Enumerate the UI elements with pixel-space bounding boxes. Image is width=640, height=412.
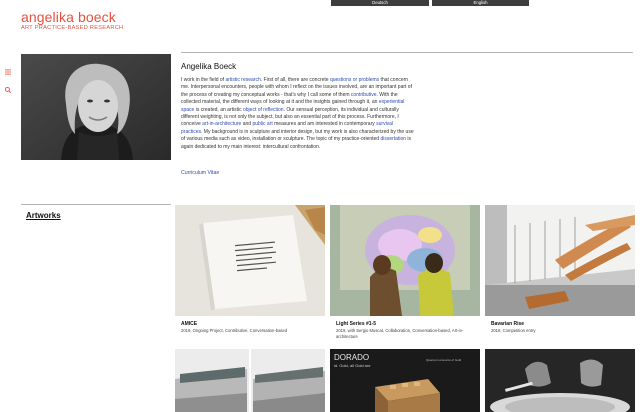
site-tagline: ART PRACTICE-BASED RESEARCH	[21, 25, 124, 31]
bio-link[interactable]: artistic research	[225, 77, 260, 83]
menu-icon[interactable]	[4, 68, 12, 76]
bio-text-segment: . First of all, there are concrete	[260, 77, 330, 83]
row2-sign-small: Quantum amounts of Gold	[426, 358, 462, 362]
artwork-desc-bavarian-rise: 2018, Competition entry	[491, 328, 536, 333]
bio-link[interactable]: questions or problems	[330, 77, 379, 83]
bio-text-segment: and	[241, 121, 253, 128]
artwork-image-light-series	[330, 205, 480, 316]
bio-text-segment: . My background is in sculpture and inte…	[181, 128, 414, 143]
row2-sign-text: DORADO	[334, 353, 369, 362]
bio-link[interactable]: art-in-architecture	[202, 121, 241, 127]
artwork-title-bavarian-rise[interactable]: Bavarian Rise	[491, 321, 524, 327]
language-deutsch-button[interactable]: Deutsch	[331, 0, 429, 6]
bio-link[interactable]: dissertation	[380, 136, 406, 142]
artwork-tile-bavarian-rise[interactable]	[485, 205, 635, 316]
artwork-desc-amice: 2019, Ongoing Project, Contributive, Con…	[181, 328, 288, 333]
artwork-tile-row2-3[interactable]	[485, 349, 635, 412]
artworks-divider	[21, 204, 171, 205]
bio-paragraph: I work in the field of artistic research…	[181, 77, 414, 151]
bio-text-segment: is created, an artistic	[194, 106, 243, 113]
bio-text-segment: measures and am interested in contempora…	[272, 121, 377, 128]
artwork-image-amice	[175, 205, 325, 316]
artwork-tile-row2-2[interactable]: DORADO ld. Gold, all Gold are Quantum am…	[330, 349, 480, 412]
curriculum-vitae-link[interactable]: Curriculum Vitae	[181, 170, 219, 176]
bio-text-segment: I work in the field of	[181, 77, 226, 83]
language-english-button[interactable]: English	[432, 0, 529, 6]
artwork-tile-light-series[interactable]	[330, 205, 480, 316]
portrait-photo	[21, 54, 171, 160]
artwork-image-bavarian-rise	[485, 205, 635, 316]
bio-link[interactable]: object of reflection	[243, 107, 284, 113]
bio-link[interactable]: contributive	[351, 92, 377, 98]
artwork-desc-light-series: 2019, with Sergio Muscat, Collaboration,…	[336, 328, 464, 339]
artwork-title-amice[interactable]: AMICE	[181, 321, 197, 327]
artwork-image-row2-3	[485, 349, 635, 412]
artwork-image-row2-2: DORADO ld. Gold, all Gold are Quantum am…	[330, 349, 480, 412]
bio-link[interactable]: public art	[252, 121, 272, 127]
artwork-image-row2-1	[175, 349, 325, 412]
header-divider	[181, 52, 633, 53]
search-icon[interactable]	[4, 86, 12, 94]
site-logo[interactable]: angelika boeck	[21, 9, 116, 25]
artwork-tile-amice[interactable]	[175, 205, 325, 316]
artist-name-heading: Angelika Boeck	[181, 62, 237, 71]
artwork-title-light-series[interactable]: Light Series #1-5	[336, 321, 376, 327]
artworks-heading[interactable]: Artworks	[26, 211, 61, 220]
artwork-tile-row2-1[interactable]	[175, 349, 325, 412]
row2-sign-sub: ld. Gold, all Gold are	[334, 363, 371, 368]
